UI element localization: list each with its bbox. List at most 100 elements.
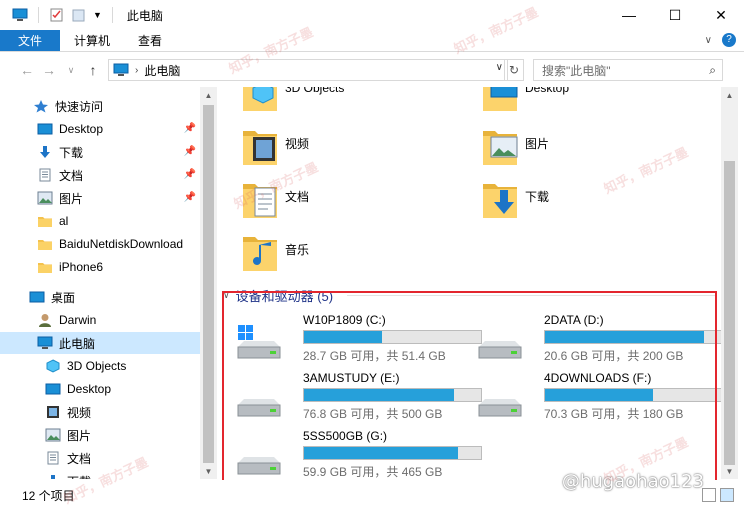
hard-drive-icon	[235, 381, 283, 421]
separator	[38, 7, 39, 23]
drives-group-title: 设备和驱动器 (5)	[235, 289, 334, 304]
sidebar-item[interactable]: 下载	[0, 470, 200, 479]
window-controls: — ☐ ✕	[606, 0, 744, 30]
drive-usage-fill	[304, 447, 458, 459]
pin-icon: 📌	[183, 146, 196, 157]
folder-label: 视频	[285, 137, 310, 151]
view-toggle	[702, 488, 734, 502]
item-count: 12 个项目	[22, 489, 75, 503]
sidebar-item[interactable]: 图片 📌	[0, 187, 200, 209]
folder-item[interactable]: 文档	[217, 176, 417, 226]
folder-item[interactable]: 下载	[457, 176, 657, 226]
folder-icon	[37, 214, 53, 228]
user-icon	[37, 313, 53, 327]
collapse-chevron-icon[interactable]: ∨	[223, 290, 230, 301]
sidebar-item[interactable]: 下载 📌	[0, 141, 200, 163]
maximize-button[interactable]: ☐	[652, 0, 698, 30]
search-input[interactable]: 搜索"此电脑" ⌕	[533, 59, 723, 81]
tab-file[interactable]: 文件	[0, 30, 60, 51]
picture-icon	[45, 428, 61, 442]
folder-label: 3D Objects	[285, 87, 345, 95]
address-dropdown-icon[interactable]: ∨	[496, 62, 503, 73]
content-scroll-thumb[interactable]	[724, 161, 735, 465]
sidebar-item[interactable]: al	[0, 210, 200, 232]
breadcrumb-chevron-icon[interactable]: ›	[135, 65, 138, 76]
sidebar-item[interactable]: BaiduNetdiskDownload	[0, 233, 200, 255]
large-icons-view-icon[interactable]	[720, 488, 734, 502]
sidebar-item[interactable]: 图片	[0, 424, 200, 446]
separator	[111, 7, 113, 23]
sidebar-item[interactable]: 此电脑	[0, 332, 200, 354]
sidebar-item[interactable]: 快速访问	[0, 95, 200, 117]
drive-item[interactable]: 3AMUSTUDY (E:) 76.8 GB 可用，共 500 GB	[235, 371, 482, 423]
sidebar-item[interactable]: 文档 📌	[0, 164, 200, 186]
document-folder-icon	[241, 176, 279, 220]
ribbon-right-controls: ∨ ?	[705, 33, 736, 47]
scroll-down-icon[interactable]: ▼	[721, 463, 738, 479]
sidebar-item[interactable]: 3D Objects	[0, 355, 200, 377]
help-icon[interactable]: ?	[722, 33, 736, 47]
sidebar-item[interactable]: Desktop 📌	[0, 118, 200, 140]
tab-computer[interactable]: 计算机	[60, 30, 124, 51]
drive-item[interactable]: W10P1809 (C:) 28.7 GB 可用，共 51.4 GB	[235, 313, 482, 365]
sidebar-item-label: 下载	[67, 473, 91, 480]
sidebar-item-label: 3D Objects	[67, 359, 127, 373]
back-button[interactable]: ←	[16, 59, 38, 81]
sidebar-item-label: 文档	[59, 168, 84, 183]
drive-item[interactable]: 4DOWNLOADS (F:) 70.3 GB 可用，共 180 GB	[476, 371, 721, 423]
folder-item[interactable]: Desktop	[457, 87, 657, 119]
customize-toolbar-icon[interactable]: ▼	[93, 10, 102, 20]
close-button[interactable]: ✕	[698, 0, 744, 30]
sidebar-item[interactable]: 桌面	[0, 286, 200, 308]
drive-item[interactable]: 5SS500GB (G:) 59.9 GB 可用，共 465 GB	[235, 429, 482, 481]
expand-ribbon-icon[interactable]: ∨	[705, 35, 712, 46]
minimize-button[interactable]: —	[606, 0, 652, 30]
scroll-up-icon[interactable]: ▲	[721, 87, 738, 103]
scroll-up-icon[interactable]: ▲	[200, 87, 217, 103]
sidebar-item-label: 桌面	[51, 290, 76, 305]
recent-locations-button[interactable]: ∨	[60, 59, 82, 81]
content-scrollbar[interactable]: ▲ ▼	[721, 87, 738, 479]
search-placeholder: 搜索"此电脑"	[542, 63, 611, 78]
sidebar-item[interactable]: Desktop	[0, 378, 200, 400]
video-icon	[45, 405, 61, 419]
drive-usage-fill	[304, 331, 382, 343]
scroll-down-icon[interactable]: ▼	[200, 463, 217, 479]
nav-scroll-thumb[interactable]	[203, 105, 214, 463]
desktop-icon	[45, 382, 61, 396]
tab-view[interactable]: 查看	[124, 30, 176, 51]
author-handle: @hugaohao123	[561, 471, 704, 492]
forward-button[interactable]: →	[38, 59, 60, 81]
sidebar-item[interactable]: 视频	[0, 401, 200, 423]
folder-item[interactable]: 3D Objects	[217, 87, 417, 119]
sidebar-item-label: Darwin	[59, 313, 97, 327]
up-button[interactable]: ↑	[82, 59, 104, 81]
folder-item[interactable]: 视频	[217, 123, 417, 173]
refresh-button[interactable]: ↻	[504, 59, 524, 81]
nav-scrollbar[interactable]: ▲ ▼	[200, 87, 217, 479]
new-folder-icon[interactable]	[71, 8, 87, 22]
desktop-icon	[29, 290, 45, 304]
details-view-icon[interactable]	[702, 488, 716, 502]
folder-icon	[37, 237, 53, 251]
computer-icon	[37, 336, 53, 350]
drives-group-header[interactable]: ∨ 设备和驱动器 (5)	[223, 286, 333, 305]
properties-icon[interactable]	[49, 8, 65, 22]
document-icon	[37, 168, 53, 182]
sidebar-item[interactable]: iPhone6	[0, 256, 200, 278]
group-divider	[347, 295, 717, 296]
breadcrumb-this-pc[interactable]: 此电脑	[144, 62, 180, 79]
window-title: 此电脑	[126, 8, 163, 23]
navigation-pane: 快速访问 Desktop 📌 下载 📌 文档 📌 图片 📌 al BaiduNetdiskDownl…	[0, 87, 214, 479]
drive-name: 2DATA (D:)	[544, 313, 604, 327]
sidebar-item-label: 此电脑	[59, 336, 96, 351]
drive-space: 76.8 GB 可用，共 500 GB	[303, 407, 443, 421]
folder-item[interactable]: 图片	[457, 123, 657, 173]
quick-access-toolbar: ▼ 此电脑	[0, 0, 163, 30]
drive-item[interactable]: 2DATA (D:) 20.6 GB 可用，共 200 GB	[476, 313, 721, 365]
cube-icon	[45, 359, 61, 373]
address-bar[interactable]: › 此电脑 ∨	[108, 59, 508, 81]
folder-item[interactable]: 音乐	[217, 229, 417, 279]
sidebar-item[interactable]: 文档	[0, 447, 200, 469]
sidebar-item[interactable]: Darwin	[0, 309, 200, 331]
